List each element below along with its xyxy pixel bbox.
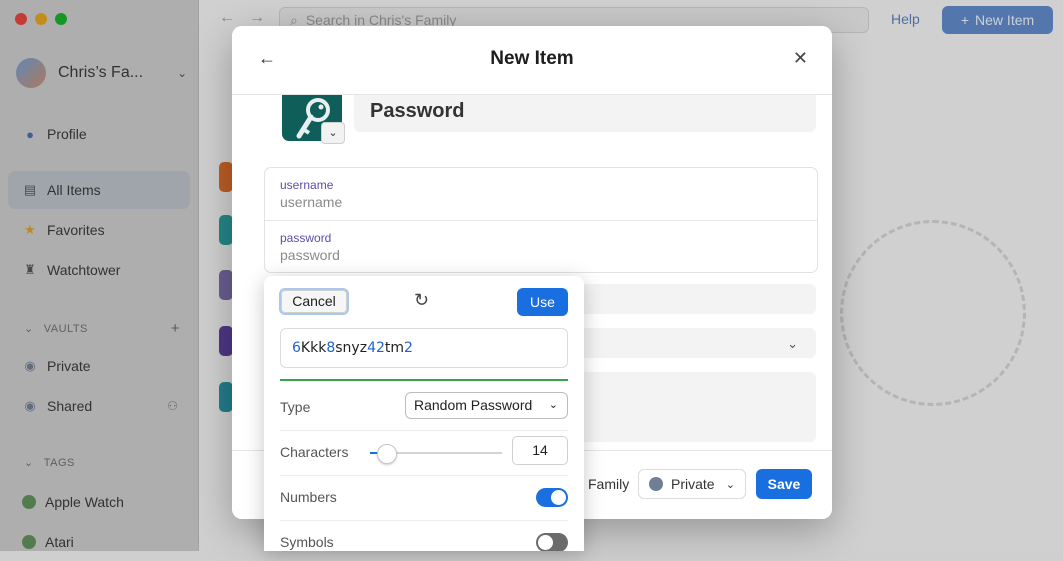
numbers-toggle[interactable] [536, 488, 568, 507]
chevron-down-icon: ⌄ [787, 336, 798, 351]
numbers-label: Numbers [280, 489, 337, 505]
field-placeholder: password [280, 247, 340, 263]
username-field[interactable]: username username [265, 168, 817, 220]
symbols-row: Symbols [280, 521, 568, 551]
password-generator-popover: Cancel ↻ Use 6Kkk8snyz42tm2 Type Random … [264, 276, 584, 551]
characters-number-field[interactable]: 14 [512, 436, 568, 465]
account-label: Family [588, 476, 630, 492]
password-digit: 2 [404, 340, 413, 356]
toggle-knob [538, 535, 553, 550]
generated-password-field[interactable]: 6Kkk8snyz42tm2 [280, 328, 568, 368]
password-letters: Kkk [300, 340, 327, 356]
vault-selector[interactable]: Private ⌄ [638, 469, 746, 499]
password-digit: 6 [292, 340, 301, 356]
type-row: Type Random Password ⌄ [280, 386, 568, 431]
credentials-section: username username password password [264, 167, 818, 273]
symbols-label: Symbols [280, 534, 334, 550]
vault-icon [649, 477, 663, 491]
symbols-toggle[interactable] [536, 533, 568, 551]
use-button[interactable]: Use [517, 288, 568, 316]
type-label: Type [280, 399, 311, 415]
password-digit: 8 [326, 340, 336, 356]
toggle-knob [551, 490, 566, 505]
chevron-down-icon: ⌄ [548, 399, 558, 411]
password-letters: snyz [335, 340, 368, 356]
characters-slider[interactable] [370, 444, 502, 464]
modal-header: ← New Item ✕ [232, 26, 832, 95]
modal-title: New Item [490, 48, 574, 69]
save-button[interactable]: Save [756, 469, 812, 499]
characters-label: Characters [280, 444, 349, 460]
type-select[interactable]: Random Password ⌄ [405, 392, 568, 419]
icon-menu-button[interactable]: ⌄ [321, 122, 345, 144]
field-label: password [280, 231, 332, 245]
chevron-down-icon: ⌄ [725, 478, 735, 491]
regenerate-icon[interactable]: ↻ [414, 290, 429, 311]
field-placeholder: username [280, 194, 343, 210]
close-icon[interactable]: ✕ [793, 48, 808, 69]
vault-label: Private [671, 476, 715, 492]
field-label: username [280, 178, 334, 192]
password-strength-bar [280, 379, 568, 381]
item-title-field[interactable]: Password [354, 94, 816, 132]
password-field[interactable]: password password [265, 220, 817, 272]
password-letters: tm [384, 340, 405, 356]
cancel-button[interactable]: Cancel [279, 288, 349, 315]
password-digit: 42 [367, 340, 385, 356]
type-value: Random Password [414, 397, 533, 413]
numbers-row: Numbers [280, 476, 568, 521]
characters-row: Characters 14 [280, 431, 568, 476]
slider-thumb[interactable] [376, 444, 397, 464]
